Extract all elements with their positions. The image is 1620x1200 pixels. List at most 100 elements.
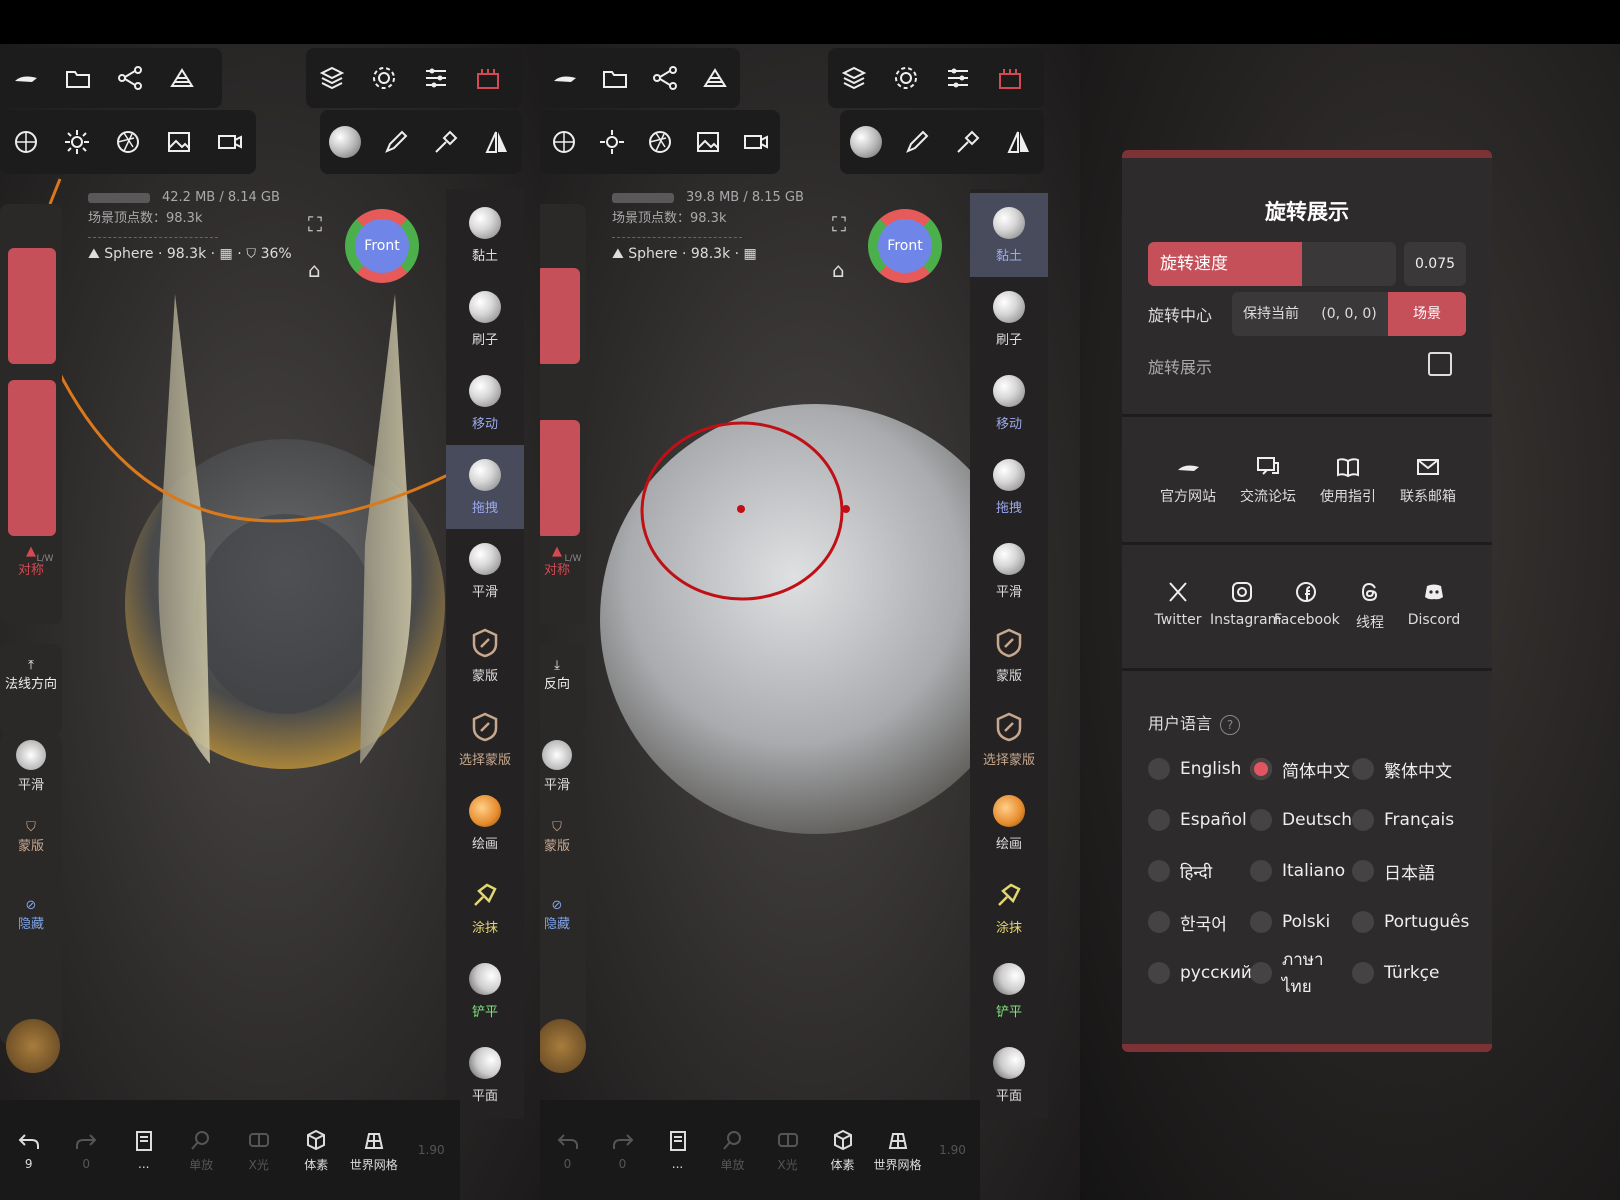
radio-icon[interactable] <box>1250 809 1272 831</box>
logo-icon[interactable] <box>540 48 590 108</box>
view-cube[interactable]: Front <box>868 209 942 283</box>
radius-slider[interactable] <box>8 248 56 364</box>
tool-0[interactable]: 黏土 <box>446 193 524 277</box>
tool-4[interactable]: 平滑 <box>970 529 1048 613</box>
redo-button[interactable]: 0 <box>58 1129 116 1171</box>
pen-icon[interactable] <box>891 112 942 172</box>
fullscreen-icon[interactable]: ⛶ <box>832 212 846 236</box>
store-icon[interactable] <box>462 48 514 108</box>
radio-icon[interactable] <box>1148 860 1170 882</box>
language-option[interactable]: 简体中文 <box>1250 756 1352 782</box>
smooth-quick-button[interactable]: 平滑 <box>540 740 584 793</box>
twitter-link[interactable]: Twitter <box>1146 580 1210 632</box>
image-icon[interactable] <box>684 112 732 172</box>
center-origin-option[interactable]: (0, 0, 0) <box>1310 292 1388 336</box>
tool-6[interactable]: 选择蒙版 <box>970 697 1048 781</box>
radio-icon[interactable] <box>1352 860 1374 882</box>
radio-icon[interactable] <box>1148 809 1170 831</box>
logo-icon[interactable] <box>0 48 52 108</box>
tool-0[interactable]: 黏土 <box>970 193 1048 277</box>
book-button[interactable]: ... <box>650 1129 705 1171</box>
radio-icon[interactable] <box>1250 860 1272 882</box>
tool-5[interactable]: 蒙版 <box>446 613 524 697</box>
tool-3[interactable]: 拖拽 <box>446 445 524 529</box>
tool-9[interactable]: 铲平 <box>446 949 524 1033</box>
color-swatch[interactable] <box>6 1019 60 1073</box>
instagram-link[interactable]: Instagram <box>1210 580 1281 632</box>
tool-2[interactable]: 移动 <box>970 361 1048 445</box>
grid-button[interactable]: 世界网格 <box>870 1128 925 1173</box>
matcap-icon[interactable] <box>540 112 588 172</box>
mask-quick-button[interactable]: ⛉ 蒙版 <box>0 820 62 854</box>
home-icon[interactable]: ⌂ <box>308 258 321 282</box>
tool-1[interactable]: 刷子 <box>970 277 1048 361</box>
tool-10[interactable]: 平面 <box>970 1033 1048 1117</box>
scene-icon[interactable] <box>690 48 740 108</box>
fullscreen-icon[interactable]: ⛶ <box>308 212 322 236</box>
camera-icon[interactable] <box>732 112 780 172</box>
view-cube[interactable]: Front <box>345 209 419 283</box>
undo-button[interactable]: 0 <box>540 1129 595 1171</box>
layers-icon[interactable] <box>306 48 358 108</box>
folder-icon[interactable] <box>590 48 640 108</box>
tool-8[interactable]: 涂抹 <box>970 865 1048 949</box>
tool-8[interactable]: 涂抹 <box>446 865 524 949</box>
language-option[interactable]: Français <box>1352 807 1470 833</box>
intensity-slider[interactable] <box>8 380 56 536</box>
tool-6[interactable]: 选择蒙版 <box>446 697 524 781</box>
folder-icon[interactable] <box>52 48 104 108</box>
language-option[interactable]: русский <box>1148 960 1252 986</box>
radio-icon[interactable] <box>1250 962 1272 984</box>
radio-icon[interactable] <box>1352 758 1374 780</box>
search-button[interactable]: 单放 <box>173 1128 231 1173</box>
website-link[interactable]: 官方网站 <box>1148 454 1228 506</box>
language-option[interactable]: Español <box>1148 807 1250 833</box>
threads-link[interactable]: 线程 <box>1338 580 1402 632</box>
voxel-button[interactable]: 体素 <box>815 1128 870 1173</box>
language-option[interactable]: 한국어 <box>1148 909 1250 935</box>
home-icon[interactable]: ⌂ <box>832 258 845 282</box>
search-button[interactable]: 单放 <box>705 1128 760 1173</box>
radius-slider[interactable] <box>540 268 580 364</box>
language-option[interactable]: Türkçe <box>1352 960 1470 986</box>
mask-quick-button[interactable]: ⛉ 蒙版 <box>540 820 584 854</box>
tool-7[interactable]: 绘画 <box>446 781 524 865</box>
facebook-link[interactable]: Facebook <box>1274 580 1340 632</box>
viewport-mid[interactable]: 39.8 MB / 8.15 GB 场景顶点数：98.3k ⛰ Sphere ·… <box>540 44 1080 1200</box>
voxel-button[interactable]: 体素 <box>288 1128 346 1173</box>
language-option[interactable]: 日本語 <box>1352 858 1470 884</box>
viewport-left[interactable]: 42.2 MB / 8.14 GB 场景顶点数：98.3k ⛰ Sphere ·… <box>0 44 540 1200</box>
picker-icon[interactable] <box>421 112 472 172</box>
tool-2[interactable]: 移动 <box>446 361 524 445</box>
language-option[interactable]: 繁体中文 <box>1352 756 1470 782</box>
tool-3[interactable]: 拖拽 <box>970 445 1048 529</box>
language-option[interactable]: Deutsch <box>1250 807 1352 833</box>
xray-button[interactable]: X光 <box>760 1128 815 1173</box>
radio-icon[interactable] <box>1148 962 1170 984</box>
hide-quick-button[interactable]: ⊘ 隐藏 <box>540 898 584 932</box>
intensity-slider[interactable] <box>540 420 580 536</box>
rotation-speed-value[interactable]: 0.075 <box>1404 242 1466 286</box>
share-icon[interactable] <box>104 48 156 108</box>
xray-button[interactable]: X光 <box>230 1128 288 1173</box>
tool-7[interactable]: 绘画 <box>970 781 1048 865</box>
symmetry-icon[interactable] <box>472 112 523 172</box>
book-button[interactable]: ... <box>115 1129 173 1171</box>
store-icon[interactable] <box>984 48 1036 108</box>
tool-5[interactable]: 蒙版 <box>970 613 1048 697</box>
scene-icon[interactable] <box>156 48 208 108</box>
normal-direction-button[interactable]: ⤒ 法线方向 <box>0 644 62 734</box>
redo-button[interactable]: 0 <box>595 1129 650 1171</box>
guide-link[interactable]: 使用指引 <box>1308 454 1388 506</box>
language-option[interactable]: ภาษาไทย <box>1250 950 1352 997</box>
aperture-icon[interactable] <box>102 112 153 172</box>
image-icon[interactable] <box>154 112 205 172</box>
aperture-icon[interactable] <box>636 112 684 172</box>
sun-icon[interactable] <box>51 112 102 172</box>
tool-9[interactable]: 铲平 <box>970 949 1048 1033</box>
matcap-icon[interactable] <box>0 112 51 172</box>
language-option[interactable]: हिन्दी <box>1148 858 1250 884</box>
smooth-quick-button[interactable]: 平滑 <box>0 740 62 793</box>
gear-icon[interactable] <box>880 48 932 108</box>
radio-icon[interactable] <box>1250 758 1272 780</box>
